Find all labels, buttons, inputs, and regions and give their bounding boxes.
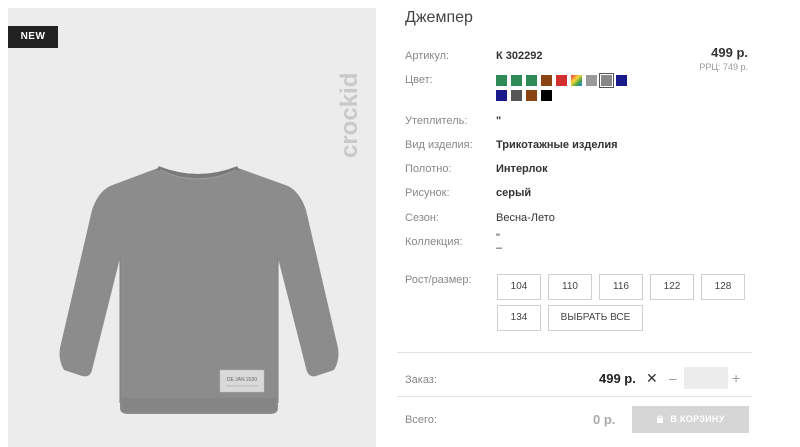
color-swatch[interactable] [526, 75, 537, 86]
lock-icon [657, 415, 664, 423]
remove-order-icon[interactable]: ✕ [646, 370, 658, 387]
product-image-panel: NEW crockid DE JAN 2020 [8, 8, 376, 447]
order-label: Заказ: [405, 374, 437, 386]
color-swatch[interactable] [511, 75, 522, 86]
size-button-128[interactable]: 128 [701, 274, 745, 300]
collection-value: " – [496, 232, 503, 254]
rrp-price: РРЦ: 749 р. [699, 62, 748, 72]
size-button-122[interactable]: 122 [650, 274, 694, 300]
add-to-cart-button[interactable]: В КОРЗИНУ [632, 406, 749, 433]
select-all-button[interactable]: ВЫБРАТЬ ВСЕ [548, 305, 643, 331]
color-swatch[interactable] [526, 90, 537, 101]
color-swatch[interactable] [496, 75, 507, 86]
add-to-cart-label: В КОРЗИНУ [670, 414, 725, 424]
item-type-value: Трикотажные изделия [496, 139, 618, 151]
color-swatch[interactable] [599, 73, 614, 88]
total-divider [397, 396, 752, 397]
order-divider [397, 352, 752, 353]
order-price: 499 р. [599, 371, 636, 386]
size-button-134[interactable]: 134 [497, 305, 541, 331]
article-label: Артикул: [405, 50, 450, 62]
pattern-value: серый [496, 187, 532, 199]
product-title: Джемпер [405, 9, 473, 26]
total-label: Всего: [405, 414, 437, 426]
product-image[interactable]: DE JAN 2020 [38, 148, 358, 438]
product-price: 499 р. [711, 45, 748, 60]
new-badge: NEW [8, 26, 58, 48]
color-swatch[interactable] [541, 75, 552, 86]
item-type-label: Вид изделия: [405, 139, 473, 151]
color-swatch[interactable] [541, 90, 552, 101]
pattern-label: Рисунок: [405, 187, 450, 199]
article-value: К 302292 [496, 50, 543, 62]
insulation-label: Утеплитель: [405, 115, 468, 127]
size-button-110[interactable]: 110 [548, 274, 592, 300]
product-image-label: DE JAN 2020 [227, 377, 258, 383]
size-button-104[interactable]: 104 [497, 274, 541, 300]
color-swatch[interactable] [556, 75, 567, 86]
brand-name: crockid [336, 73, 363, 158]
color-swatch[interactable] [616, 75, 627, 86]
quantity-input[interactable] [684, 367, 728, 389]
quantity-increase-button[interactable]: + [732, 370, 740, 386]
brand-logo: crockid [336, 73, 363, 158]
size-label: Рост/размер: [405, 274, 472, 286]
size-button-116[interactable]: 116 [599, 274, 643, 300]
fabric-label: Полотно: [405, 163, 452, 175]
collection-label: Коллекция: [405, 236, 463, 248]
color-swatch[interactable] [586, 75, 597, 86]
season-value: Весна-Лето [496, 212, 555, 224]
season-label: Сезон: [405, 212, 439, 224]
color-label: Цвет: [405, 74, 433, 86]
fabric-value: Интерлок [496, 163, 548, 175]
insulation-value: " [496, 115, 502, 127]
quantity-decrease-button[interactable]: – [669, 370, 677, 386]
total-value: 0 р. [593, 412, 616, 427]
color-swatch[interactable] [511, 90, 522, 101]
color-swatch[interactable] [571, 75, 582, 86]
color-swatch[interactable] [496, 90, 507, 101]
